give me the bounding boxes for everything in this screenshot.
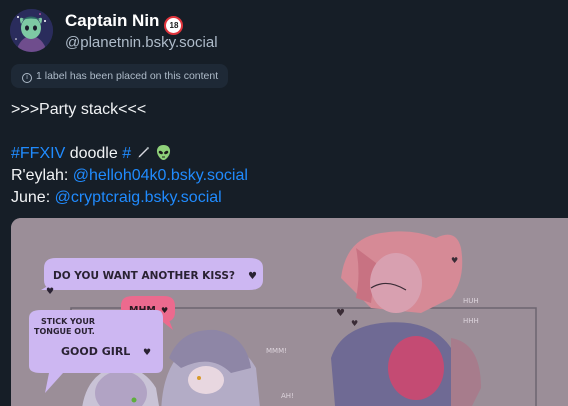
post-text-line-1: >>>Party stack<<< — [11, 101, 147, 118]
word-doodle: doodle — [69, 145, 118, 162]
info-icon: i — [22, 73, 32, 83]
adult-content-badge: 18 — [164, 16, 184, 35]
post-text-line-5: June: @cryptcraig.bsky.social — [11, 187, 248, 209]
svg-text:♥: ♥ — [351, 319, 358, 328]
post-text-line-3: #FFXIV doodle # — [11, 143, 248, 165]
hashtag-ffxiv[interactable]: #FFXIV — [11, 145, 65, 162]
svg-text:♥: ♥ — [451, 256, 458, 265]
author-avatar[interactable] — [10, 9, 53, 52]
bubble-question-text: DO YOU WANT ANOTHER KISS? — [53, 270, 235, 282]
svg-text:♥: ♥ — [248, 271, 257, 282]
sfx-ah: AH! — [281, 392, 294, 400]
june-label: June: — [11, 189, 51, 206]
author-name[interactable]: Captain Nin 18 — [65, 11, 184, 35]
author-display-name[interactable]: Captain Nin — [65, 11, 159, 30]
sfx-huh: HUH — [463, 297, 479, 305]
post-text: >>>Party stack<<< #FFXIV doodle # R'eyla… — [11, 99, 248, 209]
hashtag-empty[interactable]: # — [122, 145, 131, 162]
bubble-command-line2: TONGUE OUT. — [34, 327, 95, 336]
author-handle[interactable]: @planetnin.bsky.social — [65, 34, 218, 51]
content-label-text: 1 label has been placed on this content — [36, 70, 219, 82]
mention-reylah[interactable]: @helloh04k0.bsky.social — [73, 167, 248, 184]
post-text-line-4: R'eylah: @helloh04k0.bsky.social — [11, 165, 248, 187]
bubble-praise-text: GOOD GIRL — [61, 345, 130, 358]
mention-june[interactable]: @cryptcraig.bsky.social — [55, 189, 222, 206]
doodle-illustration: DO YOU WANT ANOTHER KISS? ♥ ♥ MHM ♥ STIC… — [11, 218, 568, 406]
svg-text:♥: ♥ — [143, 348, 151, 358]
svg-text:♥: ♥ — [46, 287, 54, 297]
post: Captain Nin 18 @planetnin.bsky.social i 1 … — [0, 0, 568, 406]
reylah-label: R'eylah: — [11, 167, 69, 184]
post-text-blank-line — [11, 121, 248, 143]
avatar-alien-character-icon — [10, 9, 53, 52]
svg-text:♥: ♥ — [336, 308, 345, 319]
sfx-mmm: MMM! — [266, 347, 287, 355]
content-label-notice[interactable]: i 1 label has been placed on this content — [11, 64, 229, 88]
sfx-hhh: HHH — [463, 317, 479, 325]
bubble-command-line1: STICK YOUR — [41, 317, 95, 326]
post-image[interactable]: DO YOU WANT ANOTHER KISS? ♥ ♥ MHM ♥ STIC… — [11, 218, 568, 406]
